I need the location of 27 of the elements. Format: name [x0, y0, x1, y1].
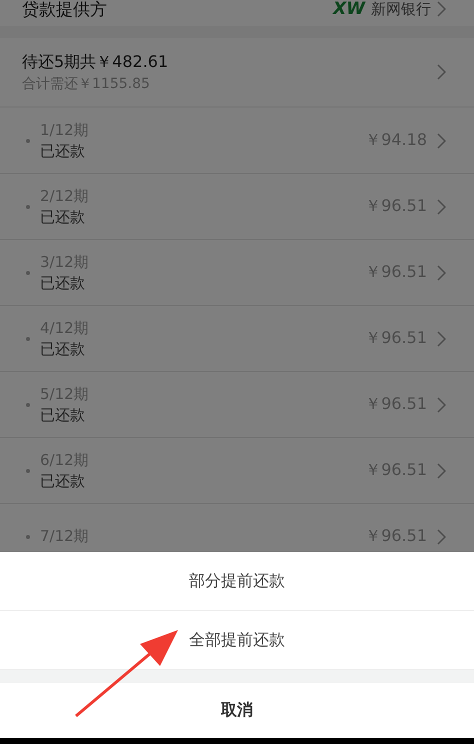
installment-status: 已还款 — [40, 274, 86, 292]
installment-status: 已还款 — [40, 340, 86, 358]
installment-status: 已还款 — [40, 208, 86, 226]
bullet-icon — [26, 336, 30, 340]
bullet-icon — [26, 468, 30, 472]
chevron-icon — [437, 330, 446, 346]
provider-row[interactable]: 贷款提供方 XW 新网银行 — [0, 0, 474, 26]
provider-label: 贷款提供方 — [22, 0, 107, 20]
chevron-icon — [437, 264, 446, 280]
chevron-icon — [437, 198, 446, 214]
summary-title: 待还5期共￥482.61 — [22, 52, 168, 72]
chevron-icon — [437, 528, 446, 544]
chevron-icon — [437, 132, 446, 148]
bullet-icon — [26, 534, 30, 538]
chevron-icon — [437, 1, 446, 17]
installment-status: 已还款 — [40, 472, 86, 490]
bank-logo: XW — [333, 0, 365, 19]
bullet-icon — [26, 402, 30, 406]
bank-name: 新网银行 — [371, 0, 431, 18]
bullet-icon — [26, 138, 30, 142]
installment-status: 已还款 — [40, 142, 86, 160]
installment-status: 已还款 — [40, 406, 86, 424]
bullet-icon — [26, 270, 30, 274]
chevron-icon — [437, 396, 446, 412]
chevron-icon — [437, 462, 446, 478]
bullet-icon — [26, 204, 30, 208]
chevron-icon — [437, 64, 446, 80]
